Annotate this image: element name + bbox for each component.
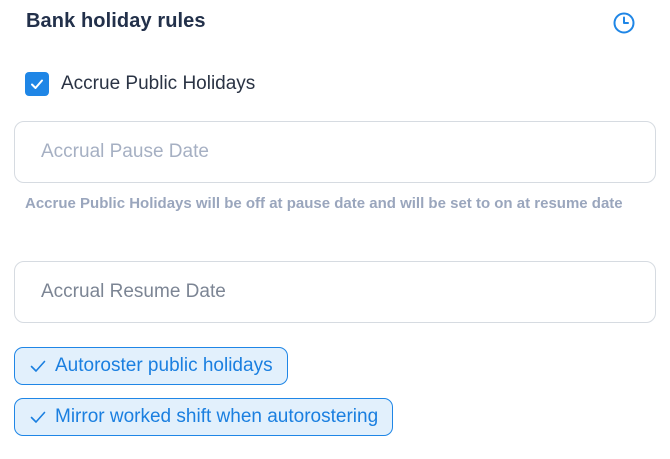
accrual-pause-date-input[interactable] xyxy=(41,141,629,163)
mirror-worked-shift-chip[interactable]: Mirror worked shift when autorostering xyxy=(14,398,394,436)
checkmark-icon xyxy=(31,79,43,89)
autoroster-public-holidays-chip[interactable]: Autoroster public holidays xyxy=(14,347,288,385)
history-button[interactable] xyxy=(612,11,636,35)
chip-label: Mirror worked shift when autorostering xyxy=(55,406,379,427)
accrual-pause-date-field[interactable] xyxy=(14,121,656,183)
bank-holiday-rules-panel: Bank holiday rules Accrue Public Holiday… xyxy=(0,0,670,459)
section-title: Bank holiday rules xyxy=(26,10,206,32)
pause-helper-text: Accrue Public Holidays will be off at pa… xyxy=(25,195,623,212)
accrue-public-holidays-option[interactable]: Accrue Public Holidays xyxy=(25,72,255,96)
accrual-resume-date-input[interactable] xyxy=(41,281,629,303)
check-icon xyxy=(30,411,46,423)
clock-icon xyxy=(613,12,635,34)
accrue-public-holidays-label: Accrue Public Holidays xyxy=(61,73,256,94)
check-icon xyxy=(30,360,46,372)
chip-label: Autoroster public holidays xyxy=(55,355,273,376)
accrue-public-holidays-checkbox[interactable] xyxy=(25,72,49,96)
accrual-resume-date-field[interactable] xyxy=(14,261,656,323)
